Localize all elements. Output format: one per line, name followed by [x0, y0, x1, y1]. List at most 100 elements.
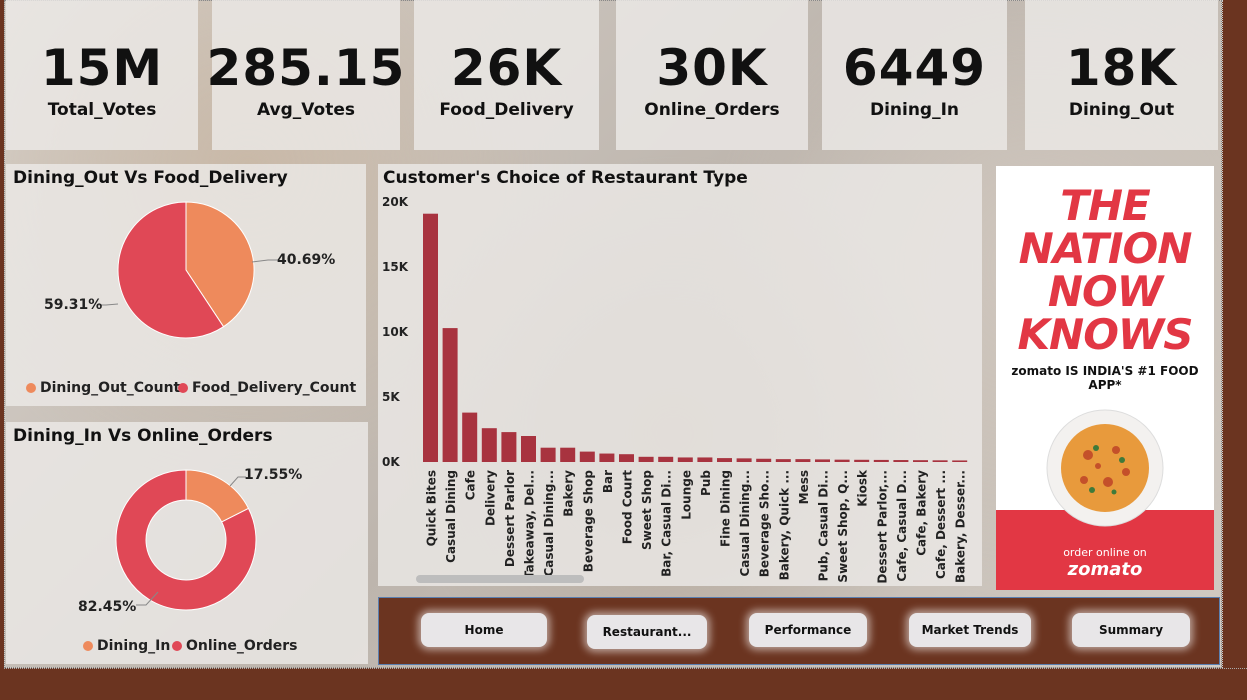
x-tick-label: Cafe, Bakery: [915, 470, 929, 556]
legend-label: Dining_In: [97, 638, 171, 654]
ad-tagline: zomato IS INDIA'S #1 FOOD APP*: [1011, 364, 1199, 392]
x-tick-label: Dessert Parlor,...: [875, 470, 889, 584]
bar[interactable]: [775, 459, 791, 462]
bar[interactable]: [952, 460, 968, 462]
x-tick-label: Bakery, Desser...: [954, 470, 968, 583]
bar[interactable]: [913, 460, 928, 462]
bar[interactable]: [619, 454, 634, 462]
pct-label-dining-in: 17.55%: [244, 467, 303, 483]
bar[interactable]: [736, 458, 752, 462]
bar[interactable]: [560, 447, 576, 462]
zomato-ad-banner[interactable]: THE NATION NOW KNOWS zomato IS INDIA'S #…: [996, 166, 1214, 590]
kpi-label: Total_Votes: [47, 100, 157, 120]
legend-dot: [178, 383, 188, 393]
bar-panel-restaurant-type: Customer's Choice of Restaurant Type 0K 5…: [378, 164, 982, 586]
bar[interactable]: [579, 451, 595, 462]
donut-chart-2: [115, 469, 257, 611]
kpi-label: Food_Delivery: [439, 100, 574, 120]
bar[interactable]: [854, 459, 870, 462]
x-tick-label: Sweet Shop, Q...: [836, 470, 850, 583]
x-tick-label: Kiosk: [856, 469, 870, 507]
x-tick-label: Beverage Shop: [581, 470, 595, 573]
nav-button-restaurant[interactable]: Restaurant...: [587, 615, 707, 649]
leader-line: [251, 259, 278, 263]
legend-item-dining-in[interactable]: Dining_In: [83, 638, 170, 654]
x-tick-label: Dessert Parlor: [503, 470, 517, 567]
ad-order-text: order online on: [1063, 546, 1147, 559]
nav-button-summary[interactable]: Summary: [1072, 613, 1190, 647]
bar[interactable]: [795, 459, 811, 462]
right-border-band: [1222, 0, 1247, 700]
x-tick-label: Pub: [699, 470, 713, 496]
nav-button-home[interactable]: Home: [421, 613, 547, 647]
kpi-label: Avg_Votes: [257, 100, 355, 120]
pie-panel-dining-out-vs-food-delivery: Dining_Out Vs Food_Delivery 40.69% 59.31…: [6, 164, 366, 406]
ad-brand-logo: zomato: [1067, 559, 1143, 580]
bar-chart: 0K 5K 10K 15K 20K Quick Bites Casual Dining Caf…: [382, 195, 968, 584]
kpi-value: 18K: [1065, 39, 1178, 97]
legend-dot: [26, 383, 36, 393]
nav-button-market-trends[interactable]: Market Trends: [909, 613, 1031, 647]
pct-label-food-delivery: 59.31%: [44, 297, 103, 313]
bar[interactable]: [815, 459, 830, 462]
nav-button-performance[interactable]: Performance: [749, 613, 867, 647]
bar[interactable]: [697, 457, 713, 462]
bar[interactable]: [677, 457, 693, 462]
kpi-value: 30K: [656, 39, 768, 97]
legend-item-online-orders[interactable]: Online_Orders: [172, 638, 298, 654]
ad-headline: THE NATION NOW KNOWS: [996, 184, 1214, 356]
bar[interactable]: [873, 459, 889, 462]
kpi-value: 6449: [842, 39, 987, 97]
bar[interactable]: [717, 458, 732, 462]
x-tick-label: Delivery: [483, 470, 497, 526]
x-tick-label: Pub, Casual Di...: [817, 470, 831, 581]
bar[interactable]: [756, 458, 772, 462]
legend-item-food-delivery[interactable]: Food_Delivery_Count: [178, 380, 356, 396]
ad-headline-line: KNOWS: [1017, 310, 1194, 359]
x-tick-label: Food Court: [621, 470, 635, 544]
x-tick-label: Bar, Casual Di...: [660, 470, 674, 577]
x-tick-label: Bar: [601, 470, 615, 493]
x-tick-label: Casual Dining...: [542, 470, 556, 577]
bar[interactable]: [481, 428, 497, 462]
ad-headline-line: THE: [1060, 181, 1151, 230]
x-tick-label: Fine Dining: [719, 470, 733, 547]
bar[interactable]: [462, 412, 478, 462]
legend-dot: [83, 641, 93, 651]
bar[interactable]: [501, 432, 517, 462]
navigation-bar: Home Restaurant... Performance Market Tr…: [378, 597, 1220, 665]
kpi-card-dining-out: 18K Dining_Out: [1025, 0, 1218, 150]
bar[interactable]: [599, 453, 615, 462]
pct-label-online-orders: 82.45%: [78, 599, 137, 615]
ad-headline-line: NATION: [1018, 224, 1193, 273]
legend-item-dining-out[interactable]: Dining_Out_Count: [26, 380, 180, 396]
legend-dot: [172, 641, 182, 651]
bar[interactable]: [423, 213, 438, 462]
bar[interactable]: [442, 328, 458, 462]
x-tick-label: Cafe, Dessert ...: [934, 470, 948, 579]
bar[interactable]: [638, 456, 654, 462]
kpi-label: Dining_In: [869, 100, 960, 120]
bar[interactable]: [521, 436, 536, 462]
kpi-card-avg-votes: 285.15 Avg_Votes: [207, 0, 404, 150]
bar[interactable]: [658, 456, 674, 462]
bar[interactable]: [834, 459, 850, 462]
x-tick-label: Casual Dining: [444, 470, 458, 563]
chart-horizontal-scrollbar[interactable]: [416, 575, 584, 583]
kpi-card-food-delivery: 26K Food_Delivery: [414, 0, 599, 150]
bar[interactable]: [932, 460, 948, 462]
legend-label: Online_Orders: [186, 638, 298, 654]
pie-chart-1: [98, 201, 278, 339]
bar[interactable]: [540, 447, 556, 462]
kpi-card-total-votes: 15M Total_Votes: [6, 0, 198, 150]
x-tick-label: Takeaway, Del...: [523, 470, 537, 579]
x-tick-label: Cafe, Casual D...: [895, 470, 909, 582]
pie-panel-dining-in-vs-online-orders: Dining_In Vs Online_Orders 17.55% 82.45%…: [6, 422, 368, 664]
y-tick-label: 0K: [382, 455, 400, 469]
bar[interactable]: [893, 460, 909, 462]
y-tick-label: 15K: [382, 260, 409, 274]
kpi-value: 15M: [40, 39, 164, 97]
kpi-value: 26K: [450, 39, 563, 97]
kpi-label: Online_Orders: [644, 100, 780, 120]
x-tick-label: Lounge: [679, 470, 693, 520]
